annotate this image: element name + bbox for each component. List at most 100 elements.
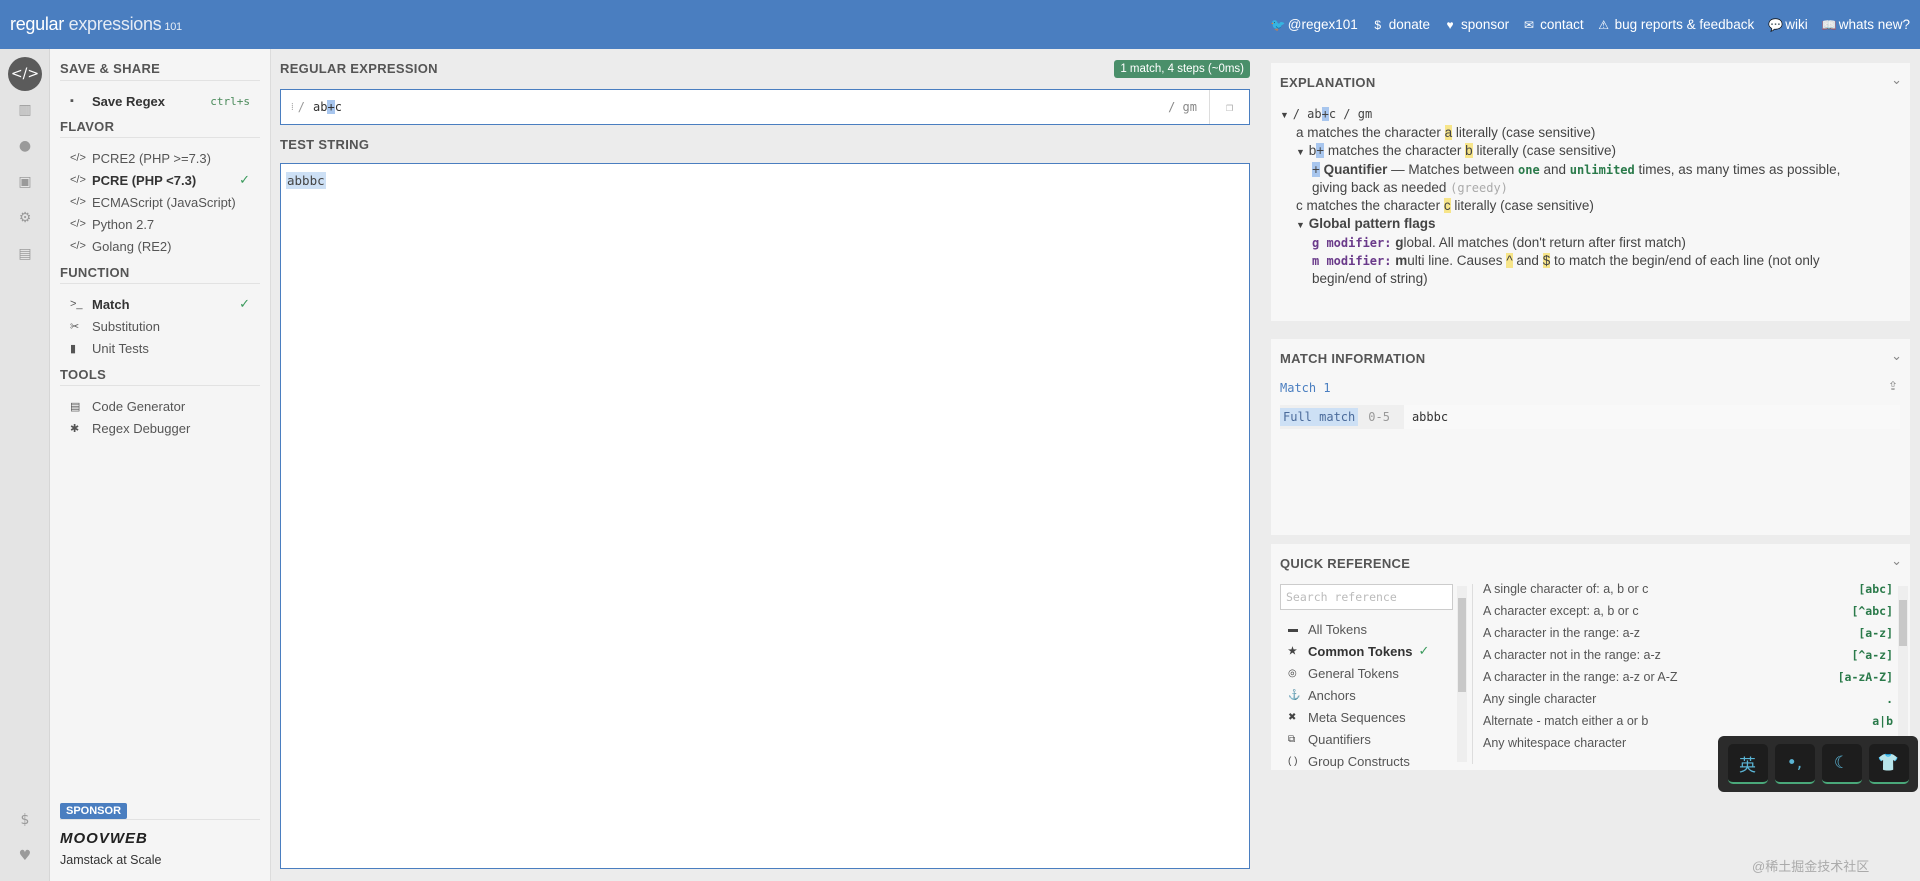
share-icon[interactable]: ⇪	[1888, 379, 1898, 393]
library-icon[interactable]: ▥	[8, 93, 42, 127]
scissors-icon: ✂	[70, 320, 80, 333]
sponsor-logo[interactable]: MOOVWEB	[60, 830, 148, 847]
ime-key-3[interactable]: 👕	[1868, 744, 1909, 784]
user-icon[interactable]: ●	[8, 129, 42, 163]
category-scrollbar[interactable]	[1457, 586, 1467, 762]
reference-category-6[interactable]: ( ) Group Constructs	[1288, 750, 1448, 772]
reference-category-0[interactable]: ▬ All Tokens	[1288, 618, 1448, 640]
topnav-item-4[interactable]: ⚠ bug reports & feedback	[1598, 17, 1754, 32]
reference-item-4[interactable]: A character in the range: a-z or A-Z [a-z…	[1483, 666, 1893, 688]
reference-category-4[interactable]: ✖ Meta Sequences	[1288, 706, 1448, 728]
exp-token: c	[1296, 198, 1303, 213]
collapse-triangle-icon[interactable]: ▼	[1296, 220, 1305, 230]
code-icon[interactable]: </>	[8, 57, 42, 91]
app-logo[interactable]: regular expressions 101	[10, 14, 182, 35]
quiz-icon[interactable]: ▣	[8, 165, 42, 199]
reference-category-2[interactable]: ◎ General Tokens	[1288, 662, 1448, 684]
settings-icon[interactable]: ⚙	[8, 201, 42, 235]
topnav-item-3[interactable]: ✉ contact	[1523, 17, 1584, 32]
reference-item-2[interactable]: A character in the range: a-z [a-z]	[1483, 622, 1893, 644]
chevron-down-icon[interactable]: ⌄	[1891, 73, 1902, 88]
tool-label: Code Generator	[92, 398, 186, 414]
ime-key-1[interactable]: •,	[1774, 744, 1815, 784]
exp-quant: +	[1316, 143, 1325, 158]
tool-1[interactable]: ✱ Regex Debugger	[60, 416, 260, 440]
category-icon: ⚓	[1288, 689, 1301, 701]
reference-search-input[interactable]: Search reference	[1280, 584, 1453, 610]
match-status-badge: 1 match, 4 steps (~0ms)	[1114, 60, 1250, 78]
chevron-down-icon[interactable]: ⌄	[1891, 554, 1902, 569]
function-2[interactable]: ▮ Unit Tests	[60, 336, 260, 360]
match-value: abbbc	[1403, 405, 1900, 429]
function-label: Substitution	[92, 318, 160, 334]
explanation-root[interactable]: ▼ / ab+c / gm	[1280, 105, 1900, 124]
exp-text: — Matches between	[1387, 162, 1518, 177]
save-regex-button[interactable]: ▪ Save Regex ctrl+s	[60, 89, 260, 113]
topnav-item-1[interactable]: $ donate	[1372, 17, 1430, 32]
category-icon: ✖	[1288, 711, 1297, 723]
logo-version: 101	[164, 21, 182, 33]
match-row[interactable]: Full match 0-5 abbbc	[1280, 405, 1900, 429]
exp-keyword: unlimited	[1569, 163, 1635, 177]
explanation-flags[interactable]: ▼ Global pattern flags	[1280, 215, 1900, 234]
top-bar: regular expressions 101 🐦 @regex101 $ donate…	[0, 0, 1920, 49]
collapse-triangle-icon[interactable]: ▼	[1296, 147, 1305, 157]
reference-item-6[interactable]: Alternate - match either a or b a|b	[1483, 710, 1893, 732]
function-1[interactable]: ✂ Substitution	[60, 314, 260, 338]
explanation-g-flag: g modifier: global. All matches (don't r…	[1280, 234, 1900, 252]
topnav-item-2[interactable]: ♥ sponsor	[1444, 17, 1509, 32]
flavor-0[interactable]: </> PCRE2 (PHP >=7.3)	[60, 146, 260, 170]
reference-desc: A character in the range: a-z	[1483, 626, 1641, 640]
top-nav: 🐦 @regex101 $ donate ♥ sponsor ✉ contact ⚠ bug re…	[1271, 0, 1910, 49]
test-string-input[interactable]: abbbc	[280, 163, 1250, 869]
explanation-line-b[interactable]: ▼ b+ matches the character b literally (…	[1280, 142, 1900, 161]
reference-category-3[interactable]: ⚓ Anchors	[1288, 684, 1448, 706]
explanation-m-flag-cont: begin/end of string)	[1280, 270, 1900, 288]
divider	[60, 80, 260, 81]
flavor-2[interactable]: </> ECMAScript (JavaScript)	[60, 190, 260, 214]
regex-input[interactable]: ⁞ / ab+c / gm ❐	[280, 89, 1250, 125]
topnav-item-5[interactable]: 💬 wiki	[1768, 17, 1808, 32]
mail-icon: ✉	[1524, 17, 1535, 32]
reference-item-3[interactable]: A character not in the range: a-z [^a-z]	[1483, 644, 1893, 666]
flavor-3[interactable]: </> Python 2.7	[60, 212, 260, 236]
reference-item-5[interactable]: Any single character.	[1483, 688, 1893, 710]
drag-handle-icon[interactable]: ⁞	[291, 102, 294, 113]
function-0[interactable]: >_ Match ✓	[60, 292, 260, 316]
chat-icon: 💬	[1768, 17, 1784, 32]
topnav-item-0[interactable]: 🐦 @regex101	[1271, 17, 1358, 32]
reference-category-5[interactable]: ⧉ Quantifiers	[1288, 728, 1448, 750]
reference-category-1[interactable]: ★ Common Tokens ✓	[1288, 640, 1448, 662]
heart-icon[interactable]: ♥	[8, 839, 42, 873]
ime-key-2[interactable]: ☾	[1821, 744, 1862, 784]
flavor-1[interactable]: </> PCRE (PHP <7.3) ✓	[60, 168, 260, 192]
twitter-icon: 🐦	[1270, 17, 1286, 32]
reference-code: [a-zA-Z]	[1837, 670, 1893, 684]
reference-desc: Alternate - match either a or b	[1483, 714, 1649, 728]
reference-code: [^abc]	[1851, 604, 1893, 618]
regex-flags[interactable]: / gm	[1168, 100, 1197, 114]
function-label: Match	[92, 296, 130, 312]
reference-item-0[interactable]: A single character of: a, b or c [abc]	[1483, 578, 1893, 600]
copy-icon[interactable]: ❐	[1209, 90, 1249, 124]
donate-icon[interactable]: $	[8, 803, 42, 837]
test-string-match: abbbc	[286, 172, 326, 189]
reference-code: [abc]	[1858, 582, 1893, 596]
category-label: Common Tokens	[1308, 643, 1413, 659]
regex-value[interactable]: ab+c	[313, 100, 1168, 114]
topnav-label: donate	[1388, 17, 1431, 32]
scrollbar-thumb[interactable]	[1458, 598, 1466, 692]
check-icon: ✓	[1418, 643, 1430, 658]
chat-icon[interactable]: ▤	[8, 237, 42, 271]
chevron-down-icon[interactable]: ⌄	[1891, 349, 1902, 364]
flavor-4[interactable]: </> Golang (RE2)	[60, 234, 260, 258]
collapse-triangle-icon[interactable]: ▼	[1280, 110, 1289, 120]
topnav-item-6[interactable]: 📖 whats new?	[1822, 17, 1910, 32]
ime-key-0[interactable]: 英	[1727, 744, 1768, 784]
regex-quantifier: +	[327, 100, 335, 114]
scrollbar-thumb[interactable]	[1899, 600, 1907, 646]
sponsor-tagline[interactable]: Jamstack at Scale	[60, 853, 161, 867]
reference-item-1[interactable]: A character except: a, b or c [^abc]	[1483, 600, 1893, 622]
tool-0[interactable]: ▤ Code Generator	[60, 394, 260, 418]
exp-highlight: b	[1465, 143, 1473, 158]
